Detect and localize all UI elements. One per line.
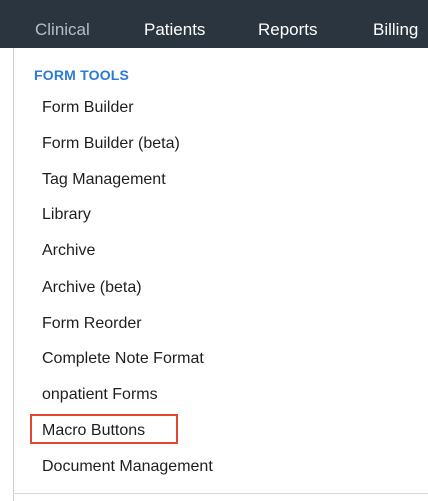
top-navigation-bar: Clinical Patients Reports Billing [0,0,428,48]
menu-item-document-management[interactable]: Document Management [42,457,213,477]
nav-item-clinical[interactable]: Clinical [35,20,90,40]
dropdown-divider [13,493,428,494]
menu-item-form-reorder[interactable]: Form Reorder [42,314,142,334]
nav-item-reports[interactable]: Reports [258,20,318,40]
menu-item-library[interactable]: Library [42,205,91,225]
menu-item-form-builder-beta[interactable]: Form Builder (beta) [42,134,180,154]
menu-item-form-builder[interactable]: Form Builder [42,98,134,118]
menu-item-complete-note-format[interactable]: Complete Note Format [42,349,204,369]
nav-item-billing[interactable]: Billing [373,20,418,40]
menu-item-macro-buttons[interactable]: Macro Buttons [42,421,145,441]
menu-item-archive-beta[interactable]: Archive (beta) [42,278,142,298]
menu-item-onpatient-forms[interactable]: onpatient Forms [42,385,158,405]
menu-item-archive[interactable]: Archive [42,241,95,261]
form-tools-heading: FORM TOOLS [34,67,130,83]
menu-item-tag-management[interactable]: Tag Management [42,170,166,190]
nav-item-patients[interactable]: Patients [144,20,205,40]
clinical-dropdown-menu: FORM TOOLS Form Builder Form Builder (be… [13,48,428,501]
